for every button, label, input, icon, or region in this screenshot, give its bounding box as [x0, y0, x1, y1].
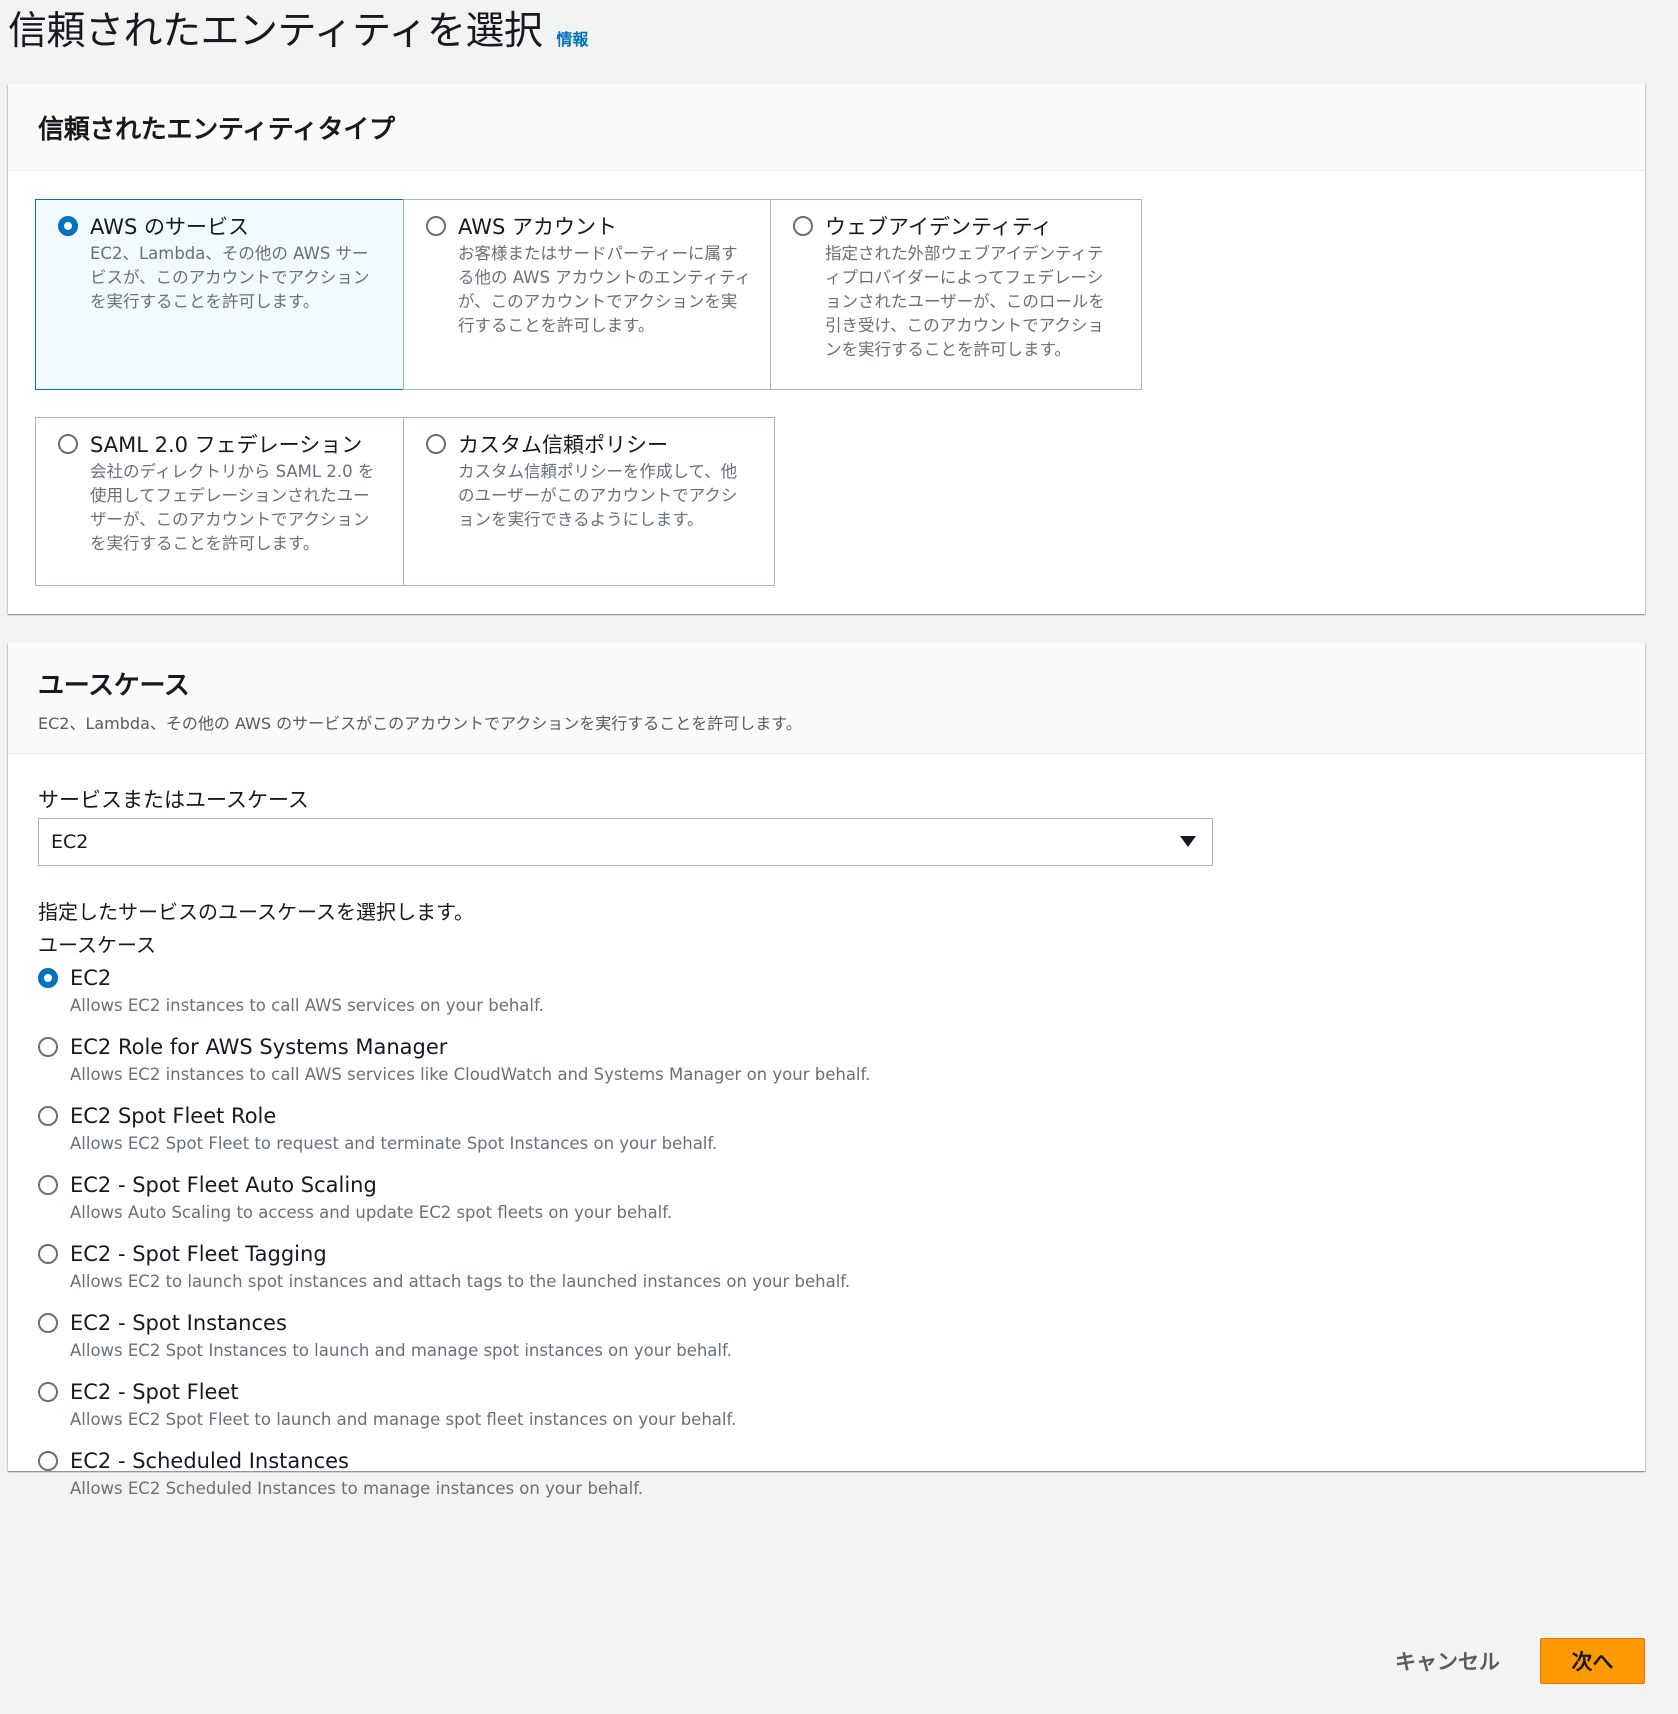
- page-header: 信頼されたエンティティを選択 情報: [8, 6, 588, 58]
- option-label: EC2: [70, 966, 112, 990]
- info-link[interactable]: 情報: [556, 26, 588, 50]
- tile-description: カスタム信頼ポリシーを作成して、他のユーザーがこのアカウントでアクションを実行で…: [458, 462, 738, 529]
- option-label: EC2 Role for AWS Systems Manager: [70, 1035, 448, 1059]
- tile-saml[interactable]: SAML 2.0 フェデレーション 会社のディレクトリから SAML 2.0 を…: [35, 417, 407, 586]
- option-description: Allows EC2 instances to call AWS service…: [70, 1065, 871, 1084]
- use-case-panel: ユースケース EC2、Lambda、その他の AWS のサービスがこのアカウント…: [8, 643, 1645, 1498]
- tile-label: AWS のサービス: [90, 215, 249, 239]
- option-label: EC2 Spot Fleet Role: [70, 1104, 277, 1128]
- use-case-radio-group: EC2 Allows EC2 instances to call AWS ser…: [38, 965, 870, 1517]
- radio-aws-service[interactable]: [58, 216, 78, 236]
- next-button[interactable]: 次へ: [1540, 1638, 1645, 1684]
- use-case-option-scheduled-instances[interactable]: EC2 - Scheduled Instances Allows EC2 Sch…: [38, 1448, 870, 1517]
- use-case-description: EC2、Lambda、その他の AWS のサービスがこのアカウントでアクションを…: [38, 714, 802, 733]
- use-case-panel-header: ユースケース EC2、Lambda、その他の AWS のサービスがこのアカウント…: [8, 643, 1645, 754]
- tile-web-identity[interactable]: ウェブアイデンティティ 指定された外部ウェブアイデンティティプロバイダーによって…: [770, 199, 1142, 390]
- radio-button[interactable]: [38, 1106, 58, 1126]
- caret-down-icon: [1180, 836, 1196, 847]
- service-select[interactable]: EC2: [38, 818, 1213, 866]
- option-description: Allows EC2 instances to call AWS service…: [70, 996, 544, 1015]
- use-case-option-spot-fleet-auto-scaling[interactable]: EC2 - Spot Fleet Auto Scaling Allows Aut…: [38, 1172, 870, 1241]
- tile-description: EC2、Lambda、その他の AWS サービスが、このアカウントでアクションを…: [90, 244, 370, 311]
- option-description: Allows EC2 to launch spot instances and …: [70, 1272, 851, 1291]
- radio-button[interactable]: [38, 1451, 58, 1471]
- tile-aws-service[interactable]: AWS のサービス EC2、Lambda、その他の AWS サービスが、このアカ…: [35, 199, 407, 390]
- radio-button[interactable]: [38, 1037, 58, 1057]
- use-case-option-spot-fleet-role[interactable]: EC2 Spot Fleet Role Allows EC2 Spot Flee…: [38, 1103, 870, 1172]
- option-description: Allows EC2 Spot Fleet to launch and mana…: [70, 1410, 737, 1429]
- option-description: Allows EC2 Spot Instances to launch and …: [70, 1341, 732, 1360]
- use-case-group-label: ユースケース: [38, 933, 156, 957]
- option-label: EC2 - Spot Fleet Auto Scaling: [70, 1173, 377, 1197]
- radio-button[interactable]: [38, 1313, 58, 1333]
- use-case-option-ec2[interactable]: EC2 Allows EC2 instances to call AWS ser…: [38, 965, 870, 1034]
- tile-aws-account[interactable]: AWS アカウント お客様またはサードパーティーに属する他の AWS アカウント…: [403, 199, 775, 390]
- use-case-option-ec2-ssm[interactable]: EC2 Role for AWS Systems Manager Allows …: [38, 1034, 870, 1103]
- use-case-option-spot-fleet[interactable]: EC2 - Spot Fleet Allows EC2 Spot Fleet t…: [38, 1379, 870, 1448]
- radio-button[interactable]: [38, 1244, 58, 1264]
- radio-web-identity[interactable]: [793, 216, 813, 236]
- service-field-label: サービスまたはユースケース: [38, 788, 309, 812]
- option-label: EC2 - Spot Fleet: [70, 1380, 239, 1404]
- tile-custom-trust-policy[interactable]: カスタム信頼ポリシー カスタム信頼ポリシーを作成して、他のユーザーがこのアカウン…: [403, 417, 775, 586]
- tile-label: AWS アカウント: [458, 215, 617, 239]
- use-case-option-spot-fleet-tagging[interactable]: EC2 - Spot Fleet Tagging Allows EC2 to l…: [38, 1241, 870, 1310]
- option-label: EC2 - Spot Instances: [70, 1311, 287, 1335]
- use-case-title: ユースケース: [38, 671, 190, 701]
- radio-custom-trust-policy[interactable]: [426, 434, 446, 454]
- use-case-option-spot-instances[interactable]: EC2 - Spot Instances Allows EC2 Spot Ins…: [38, 1310, 870, 1379]
- tile-description: 指定された外部ウェブアイデンティティプロバイダーによってフェデレーションされたユ…: [825, 244, 1105, 359]
- option-description: Allows Auto Scaling to access and update…: [70, 1203, 673, 1222]
- cancel-button[interactable]: キャンセル: [1375, 1638, 1520, 1684]
- tile-label: SAML 2.0 フェデレーション: [90, 433, 363, 457]
- entity-type-panel: 信頼されたエンティティタイプ AWS のサービス EC2、Lambda、その他の…: [8, 84, 1645, 614]
- page-title: 信頼されたエンティティを選択: [8, 9, 543, 54]
- radio-button[interactable]: [38, 968, 58, 988]
- tile-description: お客様またはサードパーティーに属する他の AWS アカウントのエンティティが、こ…: [458, 244, 752, 335]
- tile-description: 会社のディレクトリから SAML 2.0 を使用してフェデレーションされたユーザ…: [90, 462, 375, 553]
- radio-button[interactable]: [38, 1175, 58, 1195]
- service-select-value: EC2: [51, 831, 89, 853]
- option-description: Allows EC2 Scheduled Instances to manage…: [70, 1479, 644, 1498]
- use-case-hint: 指定したサービスのユースケースを選択します。: [38, 900, 474, 924]
- option-description: Allows EC2 Spot Fleet to request and ter…: [70, 1134, 718, 1153]
- option-label: EC2 - Scheduled Instances: [70, 1449, 349, 1473]
- entity-type-tiles: AWS のサービス EC2、Lambda、その他の AWS サービスが、このアカ…: [8, 171, 1645, 655]
- tile-label: ウェブアイデンティティ: [825, 215, 1053, 239]
- option-label: EC2 - Spot Fleet Tagging: [70, 1242, 327, 1266]
- entity-type-panel-header: 信頼されたエンティティタイプ: [8, 84, 1645, 171]
- tile-label: カスタム信頼ポリシー: [458, 433, 668, 457]
- radio-button[interactable]: [38, 1382, 58, 1402]
- radio-aws-account[interactable]: [426, 216, 446, 236]
- entity-type-title: 信頼されたエンティティタイプ: [38, 115, 395, 145]
- form-actions: キャンセル 次へ: [1375, 1638, 1645, 1684]
- radio-saml[interactable]: [58, 434, 78, 454]
